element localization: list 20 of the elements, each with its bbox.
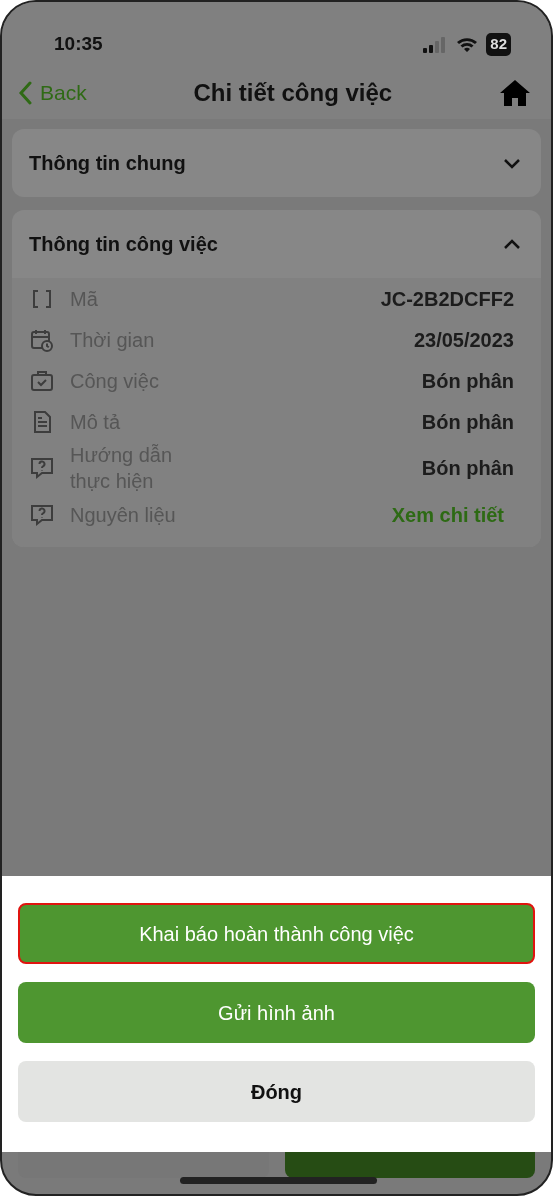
field-value: Bón phân <box>421 409 514 435</box>
screen-title: Chi tiết công việc <box>193 78 393 108</box>
section-header[interactable]: Thông tin chung <box>12 129 541 197</box>
battery-level: 82 <box>486 33 511 56</box>
section-header[interactable]: Thông tin công việc <box>12 210 541 278</box>
field-value: Bón phân <box>421 368 514 394</box>
sheet-button[interactable]: Khai báo hoàn thành công việc <box>18 903 535 964</box>
chevron-left-icon <box>18 81 32 105</box>
briefcase-check-icon <box>30 368 54 393</box>
sheet-button[interactable]: Đóng <box>18 1061 535 1122</box>
help-message-icon <box>30 456 54 480</box>
help-message-icon <box>30 502 54 527</box>
field-value: JC-2B2DCFF2 <box>380 286 514 312</box>
wifi-icon <box>456 36 479 53</box>
sheet-button[interactable]: Gửi hình ảnh <box>18 982 535 1043</box>
calendar-clock-icon <box>30 327 54 352</box>
status-time: 10:35 <box>54 32 103 57</box>
field-value: Bón phân <box>421 456 514 481</box>
field-value: 23/05/2023 <box>413 327 514 353</box>
home-icon[interactable] <box>499 79 531 107</box>
